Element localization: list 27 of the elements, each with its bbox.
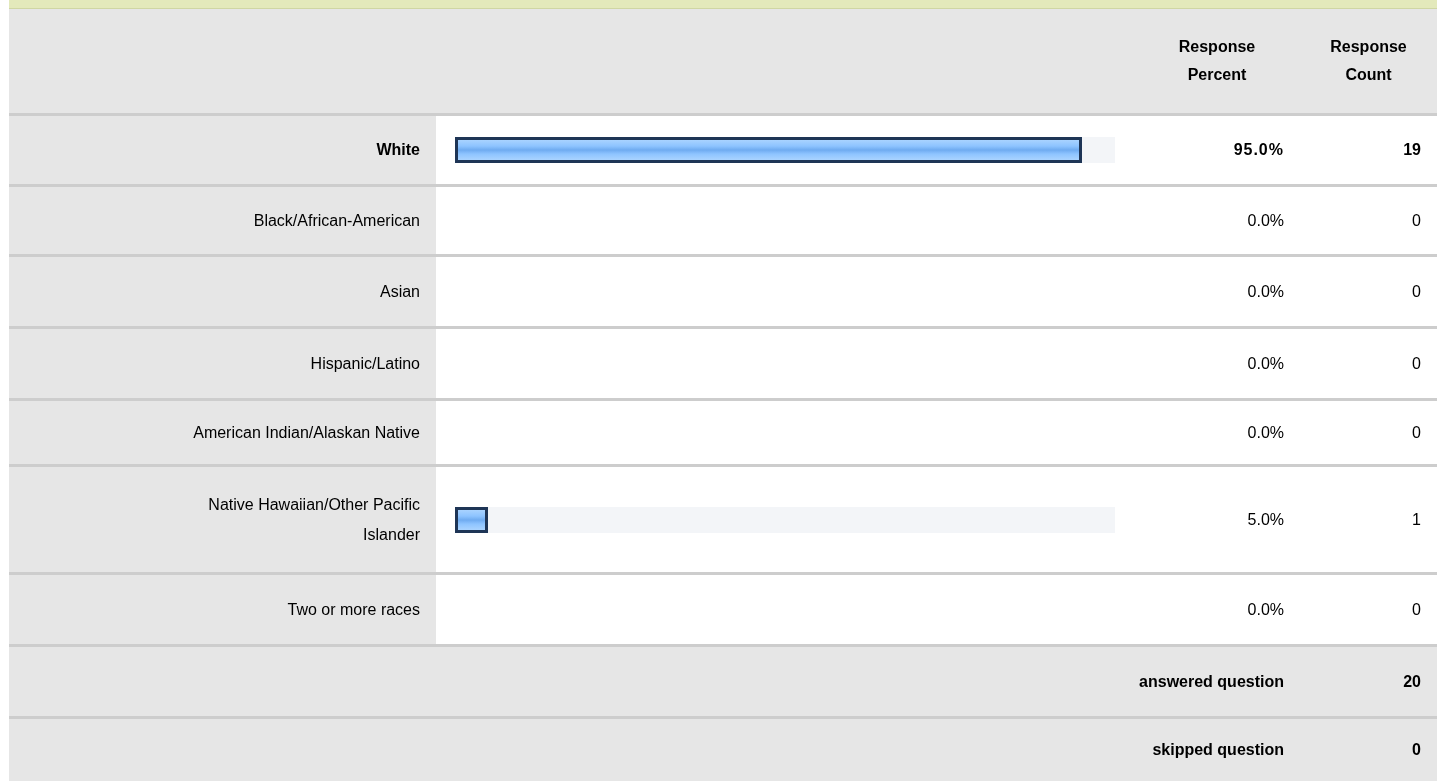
answer-label: Hispanic/Latino <box>310 353 420 374</box>
total-label: skipped question <box>1152 741 1284 759</box>
answer-label: Native Hawaiian/Other Pacific Islander <box>207 494 420 545</box>
total-value: 20 <box>1403 672 1421 691</box>
answer-label: Two or more races <box>287 599 420 620</box>
response-count: 0 <box>1412 354 1421 373</box>
column-header: Response Count <box>1329 37 1408 85</box>
response-percent: 0.0% <box>1247 282 1284 301</box>
response-count: 0 <box>1412 211 1421 230</box>
answer-label: White <box>376 140 420 160</box>
column-header: Response Percent <box>1177 37 1257 85</box>
response-percent: 0.0% <box>1247 423 1284 442</box>
response-count: 1 <box>1412 510 1421 529</box>
response-percent: 0.0% <box>1247 600 1284 619</box>
total-label: answered question <box>1139 672 1284 691</box>
response-percent: 5.0% <box>1247 510 1284 529</box>
response-count: 0 <box>1412 600 1421 619</box>
total-value: 0 <box>1412 741 1421 759</box>
response-count: 0 <box>1412 423 1421 442</box>
response-percent: 0.0% <box>1247 211 1284 230</box>
response-count: 19 <box>1403 141 1421 159</box>
response-percent: 0.0% <box>1247 354 1284 373</box>
answer-label: American Indian/Alaskan Native <box>193 422 420 443</box>
response-percent: 95.0% <box>1233 141 1284 159</box>
response-count: 0 <box>1412 282 1421 301</box>
answer-label: Asian <box>379 281 420 302</box>
answer-label: Black/African-American <box>253 210 420 231</box>
